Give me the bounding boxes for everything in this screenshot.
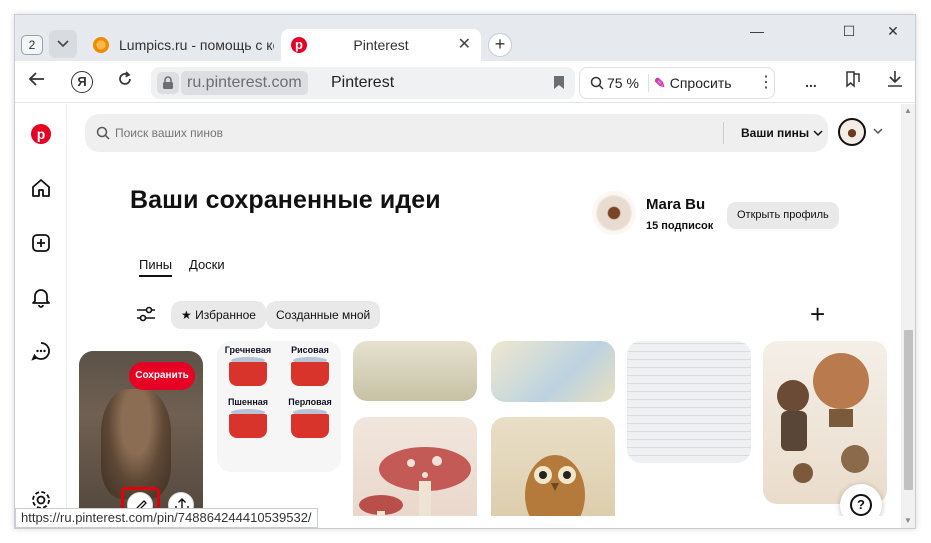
tab-pins[interactable]: Пины: [139, 257, 173, 277]
zoom-value: 75 %: [607, 75, 639, 91]
close-window-button[interactable]: ✕: [881, 23, 905, 43]
bear-image: [101, 389, 171, 499]
tab-title: Lumpics.ru - помощь с ком: [119, 37, 274, 53]
profile-name[interactable]: Mara Bu: [646, 196, 705, 213]
tab-list-button[interactable]: [49, 30, 77, 58]
question-icon: ?: [850, 494, 872, 516]
chevron-down-icon[interactable]: [873, 128, 883, 135]
scroll-up-icon[interactable]: ▲: [904, 106, 912, 115]
profile-avatar[interactable]: [592, 191, 636, 235]
favorites-filter-chip[interactable]: ★ Избранное: [171, 301, 266, 329]
profile-subscriptions[interactable]: 15 подписок: [646, 220, 713, 232]
filter-sliders-icon[interactable]: [136, 305, 156, 323]
pin-card-steampunk[interactable]: [763, 341, 887, 504]
owl-illustration: [525, 455, 585, 516]
divider: [723, 122, 724, 144]
created-filter-chip[interactable]: Созданные мной: [266, 301, 381, 329]
address-bar[interactable]: ru.pinterest.com Pinterest: [151, 67, 575, 99]
avatar[interactable]: [838, 118, 866, 146]
ask-label: Спросить: [669, 75, 732, 91]
page-title: Ваши сохраненные идеи: [130, 186, 441, 214]
pin-card-mushrooms[interactable]: [353, 417, 477, 516]
download-icon: [888, 71, 902, 87]
pin-card-jars[interactable]: [491, 341, 615, 402]
bell-icon[interactable]: [29, 285, 53, 309]
downloads-button[interactable]: [883, 70, 907, 94]
yandex-button[interactable]: Я: [71, 71, 93, 93]
minimize-button[interactable]: —: [745, 23, 769, 43]
search-input[interactable]: Поиск ваших пинов: [115, 114, 223, 152]
collections-button[interactable]: [841, 70, 865, 94]
url-page-title: Pinterest: [331, 74, 395, 91]
pot-illustration: Гречневая: [219, 345, 277, 393]
create-icon[interactable]: [29, 231, 53, 255]
arrow-left-icon: [28, 72, 44, 86]
add-icon[interactable]: +: [810, 301, 825, 327]
reload-icon: [119, 71, 131, 85]
search-icon: [96, 126, 110, 140]
save-button[interactable]: Сохранить: [129, 362, 195, 390]
url-domain: ru.pinterest.com: [181, 71, 308, 95]
maximize-button[interactable]: ☐: [837, 23, 861, 43]
pin-card-owl[interactable]: [491, 417, 615, 516]
reload-button[interactable]: [113, 70, 137, 94]
favorites-label: Избранное: [195, 308, 256, 322]
pot-illustration: Пшенная: [219, 397, 277, 445]
pot-label: Пшенная: [227, 397, 269, 407]
tab-title: Pinterest: [353, 37, 409, 53]
pot-label: Гречневая: [224, 345, 272, 355]
extensions-more-button[interactable]: ...: [799, 70, 823, 94]
zoom-icon: [590, 76, 604, 90]
back-button[interactable]: [25, 70, 49, 94]
page-scrollbar[interactable]: ▲ ▼: [901, 104, 915, 528]
orange-circle-icon: [93, 37, 109, 53]
scroll-down-icon[interactable]: ▼: [904, 516, 912, 525]
tab-pinterest[interactable]: p Pinterest ✕: [281, 29, 481, 61]
close-icon[interactable]: ✕: [458, 29, 471, 61]
pin-card-notebook[interactable]: [627, 341, 751, 463]
tab-bar: 2 Lumpics.ru - помощь с ком p Pinterest …: [15, 15, 915, 61]
chevron-down-icon: [813, 130, 823, 137]
tab-boards[interactable]: Доски: [189, 257, 225, 272]
pot-label: Перловая: [288, 397, 332, 407]
pot-illustration: Перловая: [281, 397, 339, 445]
ai-sparkle-icon: ✎: [654, 75, 666, 91]
kebab-menu-icon[interactable]: ⋮: [758, 68, 774, 98]
lock-icon[interactable]: [157, 72, 179, 94]
pins-filter-dropdown[interactable]: Ваши пины: [741, 114, 823, 152]
browser-window: 2 Lumpics.ru - помощь с ком p Pinterest …: [14, 14, 916, 529]
tab-count-badge[interactable]: 2: [21, 35, 43, 55]
mushroom-illustration: [359, 447, 471, 516]
messages-icon[interactable]: [29, 339, 53, 363]
chevron-down-icon: [57, 40, 69, 48]
pin-card-porridge[interactable]: Гречневая Рисовая Пшенная Перловая: [217, 341, 341, 472]
pinterest-logo-icon[interactable]: p: [31, 124, 51, 144]
home-icon[interactable]: [29, 176, 53, 200]
divider: [648, 74, 649, 92]
bookmark-icon[interactable]: [553, 75, 565, 90]
pins-filter-label: Ваши пины: [741, 126, 810, 140]
zoom-ask-group: 75 % ✎ Спросить ⋮: [579, 67, 775, 99]
address-toolbar: Я ru.pinterest.com Pinterest 75 % ✎ Спрос…: [15, 61, 915, 103]
open-profile-button[interactable]: Открыть профиль: [727, 202, 839, 229]
steampunk-illustration: [777, 353, 869, 483]
star-icon: ★: [181, 308, 192, 322]
pinterest-page: p Поиск ваших пинов Ваши пины Ваши сохра…: [15, 104, 901, 516]
ask-button[interactable]: ✎ Спросить: [654, 68, 732, 98]
bookmarks-panel-icon: [846, 71, 860, 88]
pot-label: Рисовая: [291, 345, 329, 355]
zoom-indicator[interactable]: 75 %: [590, 68, 639, 98]
scroll-thumb[interactable]: [904, 330, 913, 490]
tab-lumpics[interactable]: Lumpics.ru - помощь с ком: [85, 29, 278, 61]
pin-card-gnome[interactable]: [353, 341, 477, 401]
new-tab-button[interactable]: +: [488, 33, 512, 57]
left-nav: p: [15, 104, 67, 516]
pot-illustration: Рисовая: [281, 345, 339, 393]
status-bar-url: https://ru.pinterest.com/pin/74886424441…: [15, 508, 318, 528]
pin-search[interactable]: Поиск ваших пинов Ваши пины: [85, 114, 828, 152]
